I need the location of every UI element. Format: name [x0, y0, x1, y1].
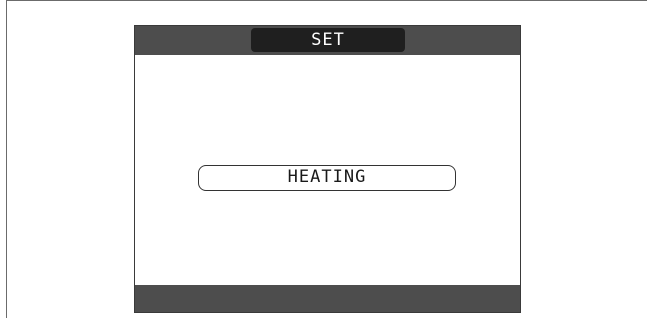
top-bar: SET [135, 26, 520, 55]
heating-option[interactable]: HEATING [198, 165, 456, 191]
device-screen: SET HEATING [134, 25, 521, 313]
screen-title: SET [251, 28, 405, 52]
bottom-bar [135, 285, 520, 312]
